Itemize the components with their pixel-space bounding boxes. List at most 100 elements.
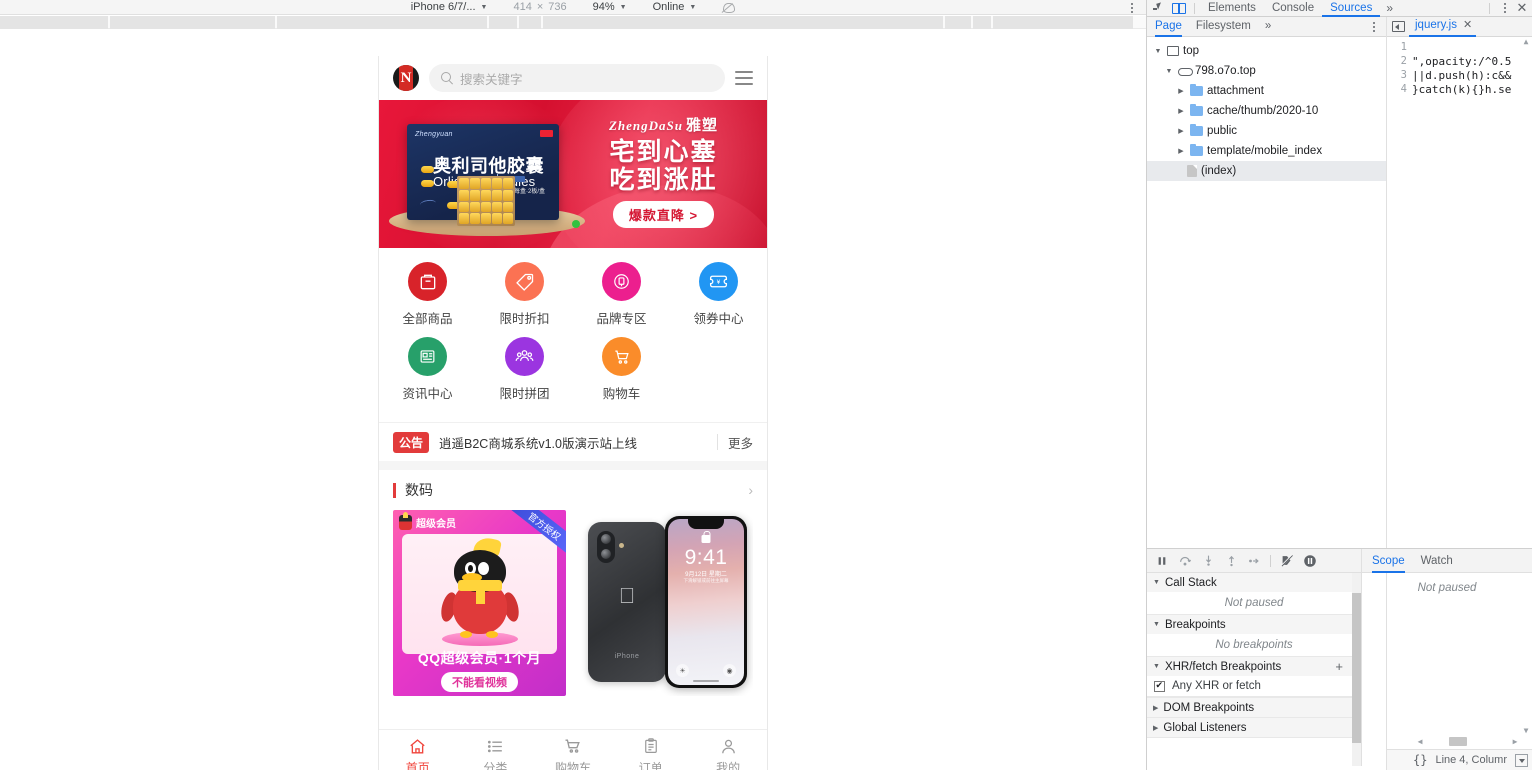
mobile-header: N 搜索关键字: [379, 56, 767, 100]
add-breakpoint-icon[interactable]: +: [1335, 659, 1343, 674]
dom-breakpoints-header[interactable]: ▶ DOM Breakpoints: [1147, 698, 1361, 717]
section-header-digital[interactable]: 数码 ›: [379, 470, 767, 510]
category-item-group-buy[interactable]: 限时拼团: [476, 337, 573, 402]
tab-cart[interactable]: 购物车: [534, 735, 612, 770]
dom-breakpoints-section[interactable]: ▶ DOM Breakpoints: [1147, 698, 1361, 718]
promo-banner[interactable]: Zhengyuan 奥利司他胶囊 Orlistat Capsules 每盒·2板…: [379, 100, 767, 248]
call-stack-header[interactable]: ▼ Call Stack: [1147, 573, 1361, 592]
viewport-size-group[interactable]: 414 × 736: [513, 1, 566, 13]
twisty-icon[interactable]: ▶: [1176, 107, 1186, 115]
device-toolbar-more-icon[interactable]: [1126, 1, 1138, 14]
breakpoints-empty: No breakpoints: [1215, 639, 1293, 651]
navigator-tabbar: Page Filesystem »: [1147, 17, 1386, 37]
tree-node-public[interactable]: ▶ public: [1147, 121, 1386, 141]
twisty-icon[interactable]: ▶: [1153, 724, 1158, 732]
tree-node-index[interactable]: (index): [1147, 161, 1386, 181]
tab-category[interactable]: 分类: [457, 735, 535, 770]
tab-profile[interactable]: 我的: [689, 735, 767, 770]
device-select[interactable]: iPhone 6/7/... ▼: [411, 1, 488, 13]
line-number: 2: [1400, 55, 1407, 67]
tab-scope[interactable]: Scope: [1372, 549, 1405, 573]
close-tab-icon[interactable]: ✕: [1463, 16, 1472, 35]
inspect-element-icon[interactable]: [1149, 0, 1169, 16]
viewport-height[interactable]: 736: [548, 1, 566, 13]
device-emulation-toolbar: iPhone 6/7/... ▼ 414 × 736 94% ▼ Online …: [0, 0, 1146, 15]
close-devtools-icon[interactable]: ✕: [1515, 1, 1529, 15]
category-item-discount[interactable]: 限时折扣: [476, 262, 573, 327]
step-over-next-call-icon[interactable]: [1178, 554, 1192, 568]
scrollbar-thumb[interactable]: [1352, 593, 1361, 743]
product-subtitle: 不能看视频: [441, 672, 518, 692]
nav-tab-filesystem[interactable]: Filesystem: [1196, 17, 1251, 37]
box-corner-tag: [540, 130, 553, 137]
category-item-coupon-center[interactable]: ¥ 领券中心: [670, 262, 767, 327]
twisty-icon[interactable]: ▶: [1176, 127, 1186, 135]
tab-elements[interactable]: Elements: [1200, 0, 1264, 17]
chevron-right-icon[interactable]: ›: [748, 482, 753, 498]
nav-tab-page[interactable]: Page: [1155, 17, 1182, 37]
twisty-icon[interactable]: ▼: [1153, 48, 1163, 55]
breakpoints-header[interactable]: ▼ Breakpoints: [1147, 615, 1361, 634]
tab-console[interactable]: Console: [1264, 0, 1322, 17]
twisty-icon[interactable]: ▼: [1153, 621, 1160, 628]
banner-brand-script: ZhengDaSu: [608, 118, 683, 133]
announcement-more-link[interactable]: 更多: [728, 433, 753, 452]
announcement-bar[interactable]: 公告 逍遥B2C商城系统v1.0版演示站上线 更多: [379, 423, 767, 461]
twisty-icon[interactable]: ▶: [1153, 704, 1158, 712]
deactivate-breakpoints-icon[interactable]: [1280, 554, 1294, 568]
step-out-of-current-function-icon[interactable]: [1224, 554, 1238, 568]
debugger-scrollbar[interactable]: [1352, 573, 1361, 766]
scope-watch-pane: Scope Watch Not paused: [1362, 549, 1532, 766]
category-item-all-products[interactable]: 全部商品: [379, 262, 476, 327]
viewport-width[interactable]: 414: [513, 1, 531, 13]
more-tabs-icon[interactable]: »: [1380, 1, 1399, 15]
nav-more-icon[interactable]: »: [1265, 17, 1271, 37]
tree-node-cache-thumb[interactable]: ▶ cache/thumb/2020-10: [1147, 101, 1386, 121]
flash-icon: [619, 543, 624, 548]
tree-node-domain[interactable]: ▼ 798.o7o.top: [1147, 61, 1386, 81]
tab-sources[interactable]: Sources: [1322, 0, 1381, 17]
product-list: 超级会员 官方授权 QQ超级会员·1个月 不能看视频 iPhone 9:41 9…: [379, 510, 767, 702]
category-item-brand-zone[interactable]: 品牌专区: [573, 262, 670, 327]
tab-orders[interactable]: 订单: [612, 735, 690, 770]
search-input[interactable]: 搜索关键字: [429, 64, 725, 92]
file-tree: ▼ top ▼ 798.o7o.top ▶ attachment ▶ cache…: [1147, 37, 1386, 185]
scroll-up-icon[interactable]: ▲: [1521, 37, 1531, 46]
banner-cta-button[interactable]: 爆款直降 >: [612, 201, 715, 228]
checkbox[interactable]: [1154, 680, 1165, 692]
product-card-iphone-x[interactable]:  iPhone 9:41 9月12日 星期二 下滑解锁或前往主屏幕: [580, 510, 753, 696]
editor-tab-jquery[interactable]: jquery.js ✕: [1409, 16, 1477, 37]
devtools-menu-icon[interactable]: [1499, 1, 1511, 15]
pause-script-execution-icon[interactable]: [1155, 554, 1169, 568]
twisty-icon[interactable]: ▶: [1176, 147, 1186, 155]
step-icon[interactable]: [1247, 554, 1261, 568]
zoom-select[interactable]: 94% ▼: [593, 1, 627, 13]
throttle-toggle[interactable]: [722, 1, 736, 14]
show-navigator-icon[interactable]: [1387, 21, 1409, 32]
twisty-icon[interactable]: ▼: [1153, 579, 1160, 586]
toggle-device-toolbar-icon[interactable]: [1169, 0, 1189, 16]
hamburger-menu-icon[interactable]: [735, 71, 753, 85]
twisty-icon[interactable]: ▼: [1153, 663, 1160, 670]
tree-node-template-mobile-index[interactable]: ▶ template/mobile_index: [1147, 141, 1386, 161]
tab-watch[interactable]: Watch: [1421, 549, 1453, 573]
xhr-breakpoint-item[interactable]: Any XHR or fetch: [1147, 676, 1361, 697]
category-item-cart[interactable]: 购物车: [573, 337, 670, 402]
step-into-next-call-icon[interactable]: [1201, 554, 1215, 568]
tree-node-attachment[interactable]: ▶ attachment: [1147, 81, 1386, 101]
navigator-menu-icon[interactable]: [1368, 20, 1380, 34]
twisty-icon[interactable]: ▼: [1164, 68, 1174, 75]
category-item-news-center[interactable]: 资讯中心: [379, 337, 476, 402]
tab-home[interactable]: 首页: [379, 735, 457, 770]
pause-on-exceptions-icon[interactable]: [1303, 554, 1317, 568]
throttling-select[interactable]: Online ▼: [653, 1, 697, 13]
site-logo[interactable]: N: [393, 65, 419, 91]
xhr-breakpoints-header[interactable]: ▼ XHR/fetch Breakpoints +: [1147, 657, 1361, 676]
category-label: 资讯中心: [402, 387, 453, 401]
global-listeners-section[interactable]: ▶ Global Listeners: [1147, 718, 1361, 738]
product-card-qq-super-member[interactable]: 超级会员 官方授权 QQ超级会员·1个月 不能看视频: [393, 510, 566, 696]
tree-node-top[interactable]: ▼ top: [1147, 41, 1386, 61]
line-number: 4: [1400, 83, 1407, 95]
twisty-icon[interactable]: ▶: [1176, 87, 1186, 95]
global-listeners-header[interactable]: ▶ Global Listeners: [1147, 718, 1361, 737]
